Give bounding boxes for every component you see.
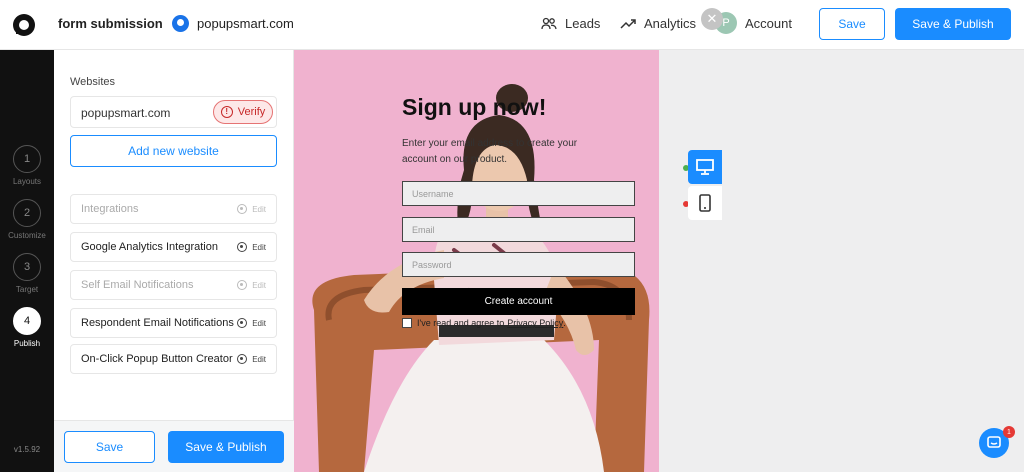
nav-account[interactable]: P Account — [715, 12, 792, 34]
chat-icon — [987, 436, 1001, 448]
alert-icon: ! — [220, 106, 233, 118]
integration-label: Respondent Email Notifications — [81, 317, 234, 329]
save-and-publish-button[interactable]: Save & Publish — [895, 8, 1011, 40]
domain-text: popupsmart.com — [81, 106, 171, 120]
popup-title: Sign up now! — [402, 94, 547, 120]
integration-row[interactable]: On-Click Popup Button Creator Edit — [70, 344, 277, 374]
create-account-button[interactable]: Create account — [402, 288, 635, 315]
step-label: Target — [15, 285, 39, 294]
integration-label: Integrations — [81, 203, 139, 215]
device-toggle — [683, 150, 722, 220]
integration-row[interactable]: Respondent Email Notifications Edit — [70, 308, 277, 338]
edit-link[interactable]: Edit — [237, 204, 266, 214]
domain-row: popupsmart.com ! Verify — [70, 96, 277, 128]
username-field[interactable] — [402, 181, 635, 206]
save-button[interactable]: Save — [819, 8, 885, 40]
step-number: 2 — [13, 199, 41, 227]
add-website-button[interactable]: Add new website — [70, 135, 277, 167]
edit-label: Edit — [252, 204, 266, 214]
step-customize[interactable]: 2 Customize — [0, 199, 54, 240]
verify-button[interactable]: ! Verify — [213, 100, 273, 124]
users-icon — [541, 17, 557, 29]
step-number: 1 — [13, 145, 41, 173]
edit-link[interactable]: Edit — [237, 318, 266, 328]
mobile-view-button[interactable] — [688, 186, 722, 220]
websites-heading: Websites — [70, 76, 116, 88]
integration-row[interactable]: Self Email Notifications Edit — [70, 270, 277, 300]
integration-row[interactable]: Integrations Edit — [70, 194, 277, 224]
nav-analytics-label: Analytics — [644, 16, 697, 31]
edit-label: Edit — [252, 318, 266, 328]
password-field[interactable] — [402, 252, 635, 277]
edit-link[interactable]: Edit — [237, 354, 266, 364]
top-header: form submission popupsmart.com Leads Ana… — [0, 0, 1024, 50]
gear-icon — [237, 280, 248, 290]
close-icon[interactable]: ✕ — [701, 8, 723, 30]
website-icon — [172, 15, 189, 32]
popup-description: Enter your email address to create your … — [402, 138, 578, 165]
password-input[interactable] — [403, 253, 634, 276]
desktop-view-button[interactable] — [688, 150, 722, 184]
edit-label: Edit — [252, 354, 266, 364]
email-input[interactable] — [403, 218, 634, 241]
edit-link[interactable]: Edit — [237, 242, 266, 252]
popup-form-area — [659, 50, 1024, 472]
save-button-bottom[interactable]: Save — [64, 431, 155, 463]
agree-row: I've read and agree to Privacy Policy. — [402, 318, 566, 328]
publish-panel: Websites popupsmart.com ! Verify Add new… — [54, 50, 294, 472]
nav-account-label: Account — [745, 15, 792, 31]
notification-badge: 1 — [1003, 426, 1015, 438]
version-label: v1.5.92 — [13, 445, 41, 454]
step-label: Layouts — [12, 177, 42, 186]
edit-label: Edit — [252, 280, 266, 290]
panel-footer: Save Save & Publish — [54, 420, 294, 472]
integration-label: Self Email Notifications — [81, 279, 194, 291]
step-publish[interactable]: 4 Publish — [0, 307, 54, 348]
nav-leads-label: Leads — [565, 16, 601, 31]
edit-label: Edit — [252, 242, 266, 252]
popupsmart-logo[interactable] — [13, 14, 35, 36]
gear-icon — [237, 318, 248, 328]
step-number: 3 — [13, 253, 41, 281]
desktop-icon — [696, 159, 714, 175]
username-input[interactable] — [403, 182, 634, 205]
form-title[interactable]: form submission — [58, 16, 163, 31]
nav-analytics[interactable]: Analytics — [620, 16, 696, 31]
agree-text: I've read and agree to — [417, 318, 505, 328]
email-field[interactable] — [402, 217, 635, 242]
verify-label: Verify — [237, 106, 266, 118]
integration-label: Google Analytics Integration — [81, 241, 218, 253]
step-number: 4 — [13, 307, 41, 335]
step-layouts[interactable]: 1 Layouts — [0, 145, 54, 186]
gear-icon — [237, 354, 248, 364]
step-label: Customize — [8, 231, 46, 240]
privacy-policy-link[interactable]: Privacy Policy — [507, 318, 563, 328]
step-target[interactable]: 3 Target — [0, 253, 54, 294]
website-name[interactable]: popupsmart.com — [197, 16, 294, 31]
gear-icon — [237, 242, 248, 252]
integration-row[interactable]: Google Analytics Integration Edit — [70, 232, 277, 262]
nav-leads[interactable]: Leads — [541, 16, 600, 31]
gear-icon — [237, 204, 248, 214]
step-rail: 1 Layouts 2 Customize 3 Target 4 Publish… — [0, 50, 54, 472]
agree-checkbox[interactable] — [402, 318, 412, 328]
edit-link[interactable]: Edit — [237, 280, 266, 290]
mobile-icon — [699, 194, 711, 212]
save-and-publish-button-bottom[interactable]: Save & Publish — [168, 431, 284, 463]
step-label: Publish — [13, 339, 41, 348]
integration-label: On-Click Popup Button Creator — [81, 353, 233, 365]
agree-end: . — [563, 318, 566, 328]
trend-chart-icon — [620, 18, 636, 29]
